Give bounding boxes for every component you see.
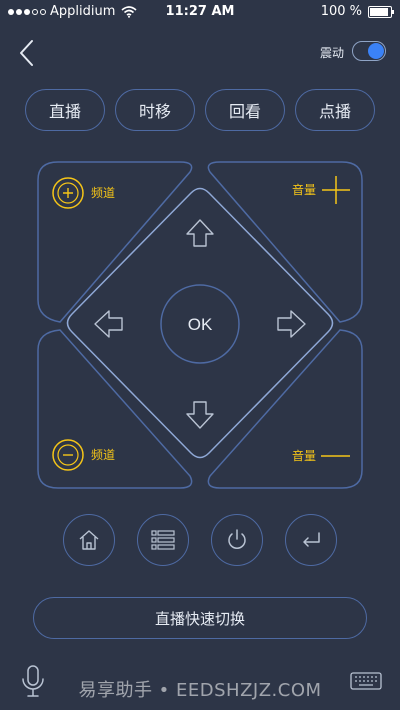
toggle-knob — [368, 43, 384, 59]
return-icon — [303, 532, 320, 547]
minus-circle-icon — [52, 439, 84, 471]
volume-plus-icon — [322, 176, 350, 204]
vibration-label: 震动 — [319, 46, 344, 60]
home-icon — [79, 530, 99, 550]
menu-button[interactable] — [137, 514, 189, 566]
volume-up-button[interactable] — [207, 161, 363, 323]
home-button[interactable] — [63, 514, 115, 566]
function-buttons — [63, 514, 337, 568]
quick-switch-button[interactable]: 直播快速切换 — [33, 597, 367, 639]
mode-vod-button[interactable]: 点播 — [295, 89, 375, 131]
menu-list-icon — [151, 530, 175, 550]
remote-pad: OK 频道 频道 音量 音量 — [0, 150, 400, 500]
battery-percent: 100 % — [320, 4, 362, 19]
up-arrow-icon[interactable] — [186, 219, 214, 247]
right-arrow-icon[interactable] — [277, 310, 306, 338]
volume-down-label: 音量 — [292, 448, 316, 463]
mode-timeshift-button[interactable]: 时移 — [115, 89, 195, 131]
ok-label: OK — [188, 315, 213, 334]
keyboard-icon[interactable] — [350, 672, 382, 690]
watermark: 易享助手 • EEDSHZJZ.COM — [78, 680, 322, 701]
return-button[interactable] — [285, 514, 337, 566]
volume-down-button[interactable] — [207, 329, 363, 489]
vibration-toggle[interactable] — [352, 41, 386, 61]
volume-up-label: 音量 — [292, 182, 316, 197]
channel-down-label: 频道 — [91, 448, 115, 462]
power-icon — [228, 529, 246, 549]
battery-icon — [368, 5, 394, 18]
down-arrow-icon[interactable] — [186, 401, 214, 429]
mode-replay-button[interactable]: 回看 — [205, 89, 285, 131]
channel-down-button[interactable] — [37, 329, 193, 489]
channel-up-label: 频道 — [91, 186, 115, 200]
back-chevron-icon[interactable] — [16, 38, 38, 68]
power-button[interactable] — [211, 514, 263, 566]
mode-live-button[interactable]: 直播 — [25, 89, 105, 131]
mode-tabs: 直播 时移 回看 点播 — [25, 89, 375, 131]
left-arrow-icon[interactable] — [94, 310, 123, 338]
status-bar: Applidium 11:27 AM 100 % — [0, 0, 400, 22]
battery-status: 100 % — [320, 4, 394, 19]
plus-circle-icon — [52, 177, 84, 209]
